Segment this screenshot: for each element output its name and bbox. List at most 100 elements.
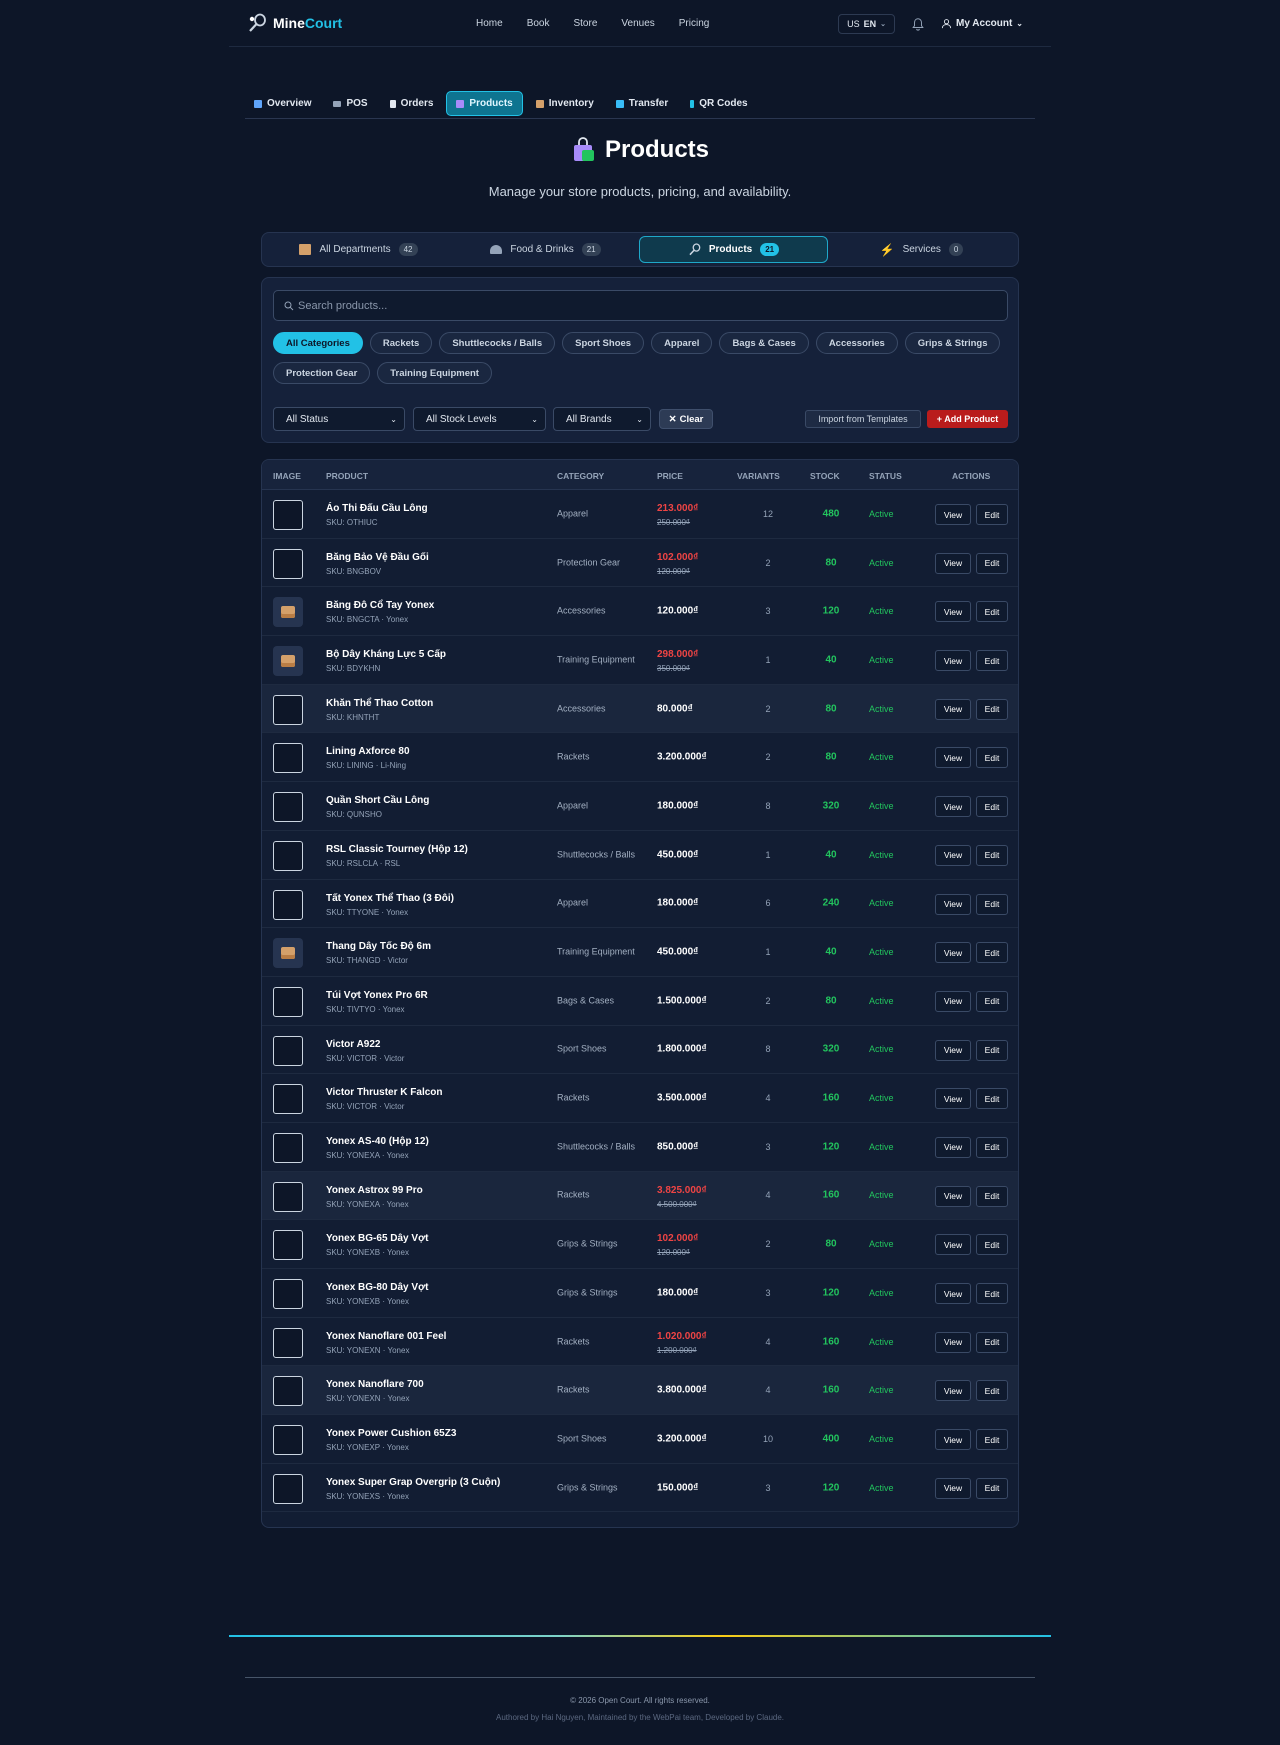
tab-orders[interactable]: Orders bbox=[381, 92, 443, 115]
table-row[interactable]: Tất Yonex Thể Thao (3 Đôi) SKU: TTYONE · … bbox=[262, 880, 1018, 929]
table-row[interactable]: Túi Vợt Yonex Pro 6R SKU: TIVTYO · Yonex B… bbox=[262, 977, 1018, 1026]
chip-rackets[interactable]: Rackets bbox=[369, 332, 433, 354]
product-name[interactable]: Yonex BG-80 Dây Vợt bbox=[326, 1282, 429, 1293]
chip-training-equipment[interactable]: Training Equipment bbox=[377, 362, 492, 384]
view-button[interactable]: View bbox=[935, 1283, 971, 1304]
table-row[interactable]: Victor Thruster K Falcon SKU: VICTOR · Vi… bbox=[262, 1074, 1018, 1123]
edit-button[interactable]: Edit bbox=[976, 990, 1008, 1012]
product-name[interactable]: Victor A922 bbox=[326, 1039, 380, 1050]
product-name[interactable]: Yonex Nanoflare 001 Feel bbox=[326, 1331, 446, 1342]
table-row[interactable]: Quần Short Cầu Lông SKU: QUNSHO Apparel 180… bbox=[262, 782, 1018, 831]
edit-button[interactable]: Edit bbox=[976, 942, 1008, 964]
chip-protection-gear[interactable]: Protection Gear bbox=[273, 362, 371, 384]
product-name[interactable]: Thang Dây Tốc Độ 6m bbox=[326, 941, 431, 952]
tab-overview[interactable]: Overview bbox=[245, 92, 320, 115]
product-name[interactable]: Yonex Power Cushion 65Z3 bbox=[326, 1428, 456, 1439]
nav-store[interactable]: Store bbox=[573, 18, 597, 29]
view-button[interactable]: View bbox=[935, 1429, 971, 1451]
view-button[interactable]: View bbox=[935, 1039, 971, 1061]
view-button[interactable]: View bbox=[935, 552, 971, 574]
product-name[interactable]: Yonex Nanoflare 700 bbox=[326, 1379, 424, 1390]
edit-button[interactable]: Edit bbox=[976, 650, 1008, 672]
product-name[interactable]: Băng Đô Cổ Tay Yonex bbox=[326, 600, 434, 611]
tab-products[interactable]: Products bbox=[446, 91, 523, 116]
product-name[interactable]: Yonex AS-40 (Hộp 12) bbox=[326, 1136, 429, 1147]
product-name[interactable]: Áo Thi Đấu Cầu Lông bbox=[326, 503, 428, 514]
table-row[interactable]: Yonex AS-40 (Hộp 12) SKU: YONEXA · Yonex S… bbox=[262, 1123, 1018, 1172]
table-row[interactable]: Lining Axforce 80 SKU: LINING · Li-Ning Ra… bbox=[262, 733, 1018, 783]
table-row[interactable]: Khăn Thể Thao Cotton SKU: KHNTHT Accessori… bbox=[262, 684, 1018, 734]
chip-grips-strings[interactable]: Grips & Strings bbox=[904, 332, 1001, 354]
edit-button[interactable]: Edit bbox=[976, 1088, 1008, 1110]
tab-qr-codes[interactable]: QR Codes bbox=[681, 92, 756, 115]
table-row[interactable]: Bộ Dây Kháng Lực 5 Cấp SKU: BDYKHN Trainin… bbox=[262, 636, 1018, 685]
dept-services[interactable]: ⚡ Services 0 bbox=[828, 236, 1015, 263]
product-name[interactable]: Băng Bảo Vệ Đầu Gối bbox=[326, 552, 429, 563]
view-button[interactable]: View bbox=[935, 698, 971, 720]
product-name[interactable]: Lining Axforce 80 bbox=[326, 746, 410, 757]
product-name[interactable]: Yonex Astrox 99 Pro bbox=[326, 1185, 423, 1196]
view-button[interactable]: View bbox=[935, 942, 971, 964]
edit-button[interactable]: Edit bbox=[976, 1283, 1008, 1304]
table-row[interactable]: Victor A922 SKU: VICTOR · Victor Sport Sho… bbox=[262, 1026, 1018, 1075]
view-button[interactable]: View bbox=[935, 747, 971, 769]
view-button[interactable]: View bbox=[935, 844, 971, 866]
language-selector[interactable]: US EN ⌄ bbox=[838, 13, 895, 34]
brand-logo[interactable]: MineCourt bbox=[247, 13, 342, 33]
dept-all[interactable]: All Departments 42 bbox=[265, 236, 452, 263]
edit-button[interactable]: Edit bbox=[976, 1380, 1008, 1402]
nav-venues[interactable]: Venues bbox=[621, 18, 654, 29]
table-row[interactable]: Yonex Astrox 99 Pro SKU: YONEXA · Yonex Ra… bbox=[262, 1171, 1018, 1221]
dept-food-drinks[interactable]: Food & Drinks 21 bbox=[452, 236, 639, 263]
chip-bags-cases[interactable]: Bags & Cases bbox=[719, 332, 809, 354]
tab-transfer[interactable]: Transfer bbox=[607, 92, 677, 115]
edit-button[interactable]: Edit bbox=[976, 601, 1008, 623]
table-row[interactable]: Băng Đô Cổ Tay Yonex SKU: BNGCTA · Yonex A… bbox=[262, 587, 1018, 637]
chip-accessories[interactable]: Accessories bbox=[815, 332, 898, 354]
table-row[interactable]: Yonex Nanoflare 700 SKU: YONEXN · Yonex Ra… bbox=[262, 1366, 1018, 1416]
view-button[interactable]: View bbox=[935, 1088, 971, 1110]
search-input[interactable] bbox=[298, 299, 988, 312]
edit-button[interactable]: Edit bbox=[976, 1234, 1008, 1256]
edit-button[interactable]: Edit bbox=[976, 698, 1008, 720]
chip-shuttlecocks[interactable]: Shuttlecocks / Balls bbox=[439, 332, 556, 354]
brand-select[interactable]: All Brands ⌄ bbox=[553, 407, 651, 431]
table-row[interactable]: Yonex BG-65 Dây Vợt SKU: YONEXB · Yonex Gr… bbox=[262, 1220, 1018, 1269]
bell-icon[interactable] bbox=[911, 17, 925, 31]
view-button[interactable]: View bbox=[935, 650, 971, 672]
edit-button[interactable]: Edit bbox=[976, 1429, 1008, 1451]
view-button[interactable]: View bbox=[935, 1380, 971, 1402]
edit-button[interactable]: Edit bbox=[976, 796, 1008, 818]
product-name[interactable]: Victor Thruster K Falcon bbox=[326, 1087, 443, 1098]
nav-pricing[interactable]: Pricing bbox=[679, 18, 710, 29]
clear-filters-button[interactable]: ✕ Clear bbox=[659, 409, 713, 429]
product-name[interactable]: Bộ Dây Kháng Lực 5 Cấp bbox=[326, 649, 446, 660]
view-button[interactable]: View bbox=[935, 990, 971, 1012]
product-name[interactable]: Quần Short Cầu Lông bbox=[326, 795, 429, 806]
product-name[interactable]: RSL Classic Tourney (Hộp 12) bbox=[326, 844, 468, 855]
nav-book[interactable]: Book bbox=[527, 18, 550, 29]
nav-home[interactable]: Home bbox=[476, 18, 503, 29]
import-templates-button[interactable]: Import from Templates bbox=[805, 410, 921, 428]
status-select[interactable]: All Status ⌄ bbox=[273, 407, 405, 431]
chip-apparel[interactable]: Apparel bbox=[651, 332, 713, 354]
view-button[interactable]: View bbox=[935, 504, 971, 525]
edit-button[interactable]: Edit bbox=[976, 747, 1008, 769]
chip-sport-shoes[interactable]: Sport Shoes bbox=[562, 332, 645, 354]
view-button[interactable]: View bbox=[935, 796, 971, 818]
table-row[interactable]: Yonex Power Cushion 65Z3 SKU: YONEXP · Yo… bbox=[262, 1415, 1018, 1464]
product-name[interactable]: Yonex BG-65 Dây Vợt bbox=[326, 1233, 429, 1244]
view-button[interactable]: View bbox=[935, 1234, 971, 1256]
view-button[interactable]: View bbox=[935, 1185, 971, 1207]
stock-select[interactable]: All Stock Levels ⌄ bbox=[413, 407, 546, 431]
edit-button[interactable]: Edit bbox=[976, 1331, 1008, 1353]
edit-button[interactable]: Edit bbox=[976, 1477, 1008, 1499]
edit-button[interactable]: Edit bbox=[976, 552, 1008, 574]
chip-all-categories[interactable]: All Categories bbox=[273, 332, 363, 354]
table-row[interactable]: Yonex Nanoflare 001 Feel SKU: YONEXN · Yo… bbox=[262, 1318, 1018, 1367]
product-name[interactable]: Yonex Super Grap Overgrip (3 Cuộn) bbox=[326, 1477, 500, 1488]
edit-button[interactable]: Edit bbox=[976, 1039, 1008, 1061]
product-name[interactable]: Túi Vợt Yonex Pro 6R bbox=[326, 990, 428, 1001]
edit-button[interactable]: Edit bbox=[976, 844, 1008, 866]
edit-button[interactable]: Edit bbox=[976, 1136, 1008, 1158]
